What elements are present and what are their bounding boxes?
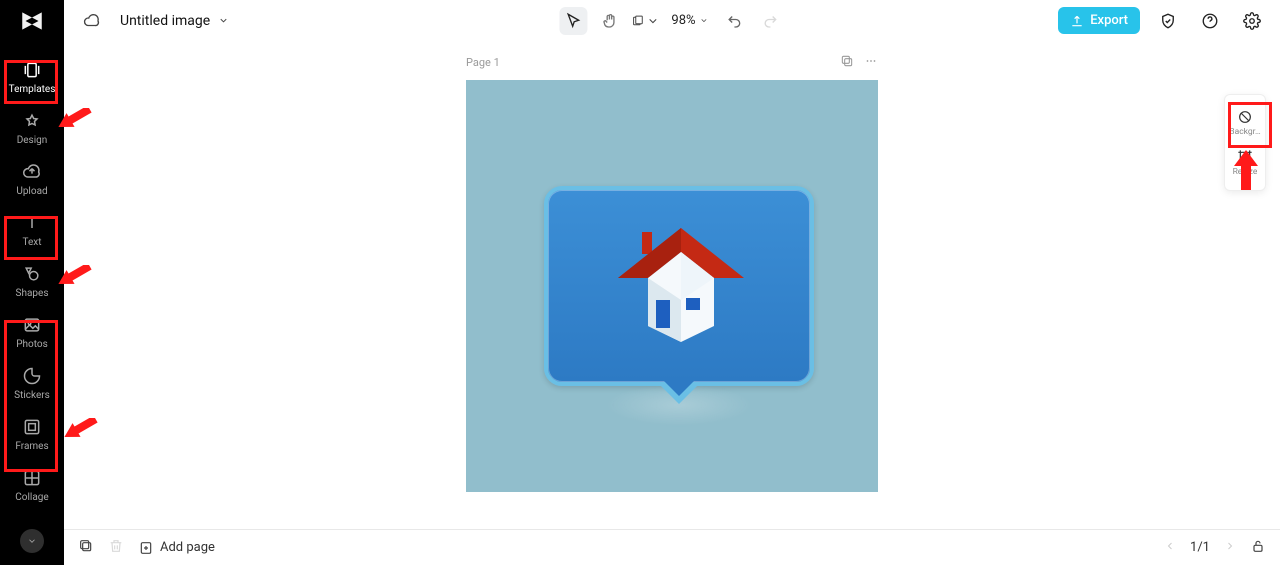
sidebar-item-label: Photos (16, 339, 48, 350)
page-indicator: 1/1 (1190, 540, 1210, 555)
prev-page-icon (1164, 540, 1176, 556)
bubble-tail (657, 382, 701, 404)
chevron-down-icon (218, 15, 229, 26)
sidebar-item-label: Upload (16, 186, 47, 197)
sidebar-item-stickers[interactable]: Stickers (4, 358, 60, 409)
rightpanel-item-label: Resize (1233, 168, 1258, 177)
add-page-button[interactable]: Add page (138, 540, 215, 556)
page-more-icon[interactable] (864, 54, 878, 71)
duplicate-page-icon[interactable] (840, 54, 854, 71)
document-title-text: Untitled image (120, 13, 210, 29)
pages-panel-icon[interactable] (78, 538, 94, 558)
rightpanel-item-label: Backgr… (1229, 128, 1260, 137)
resize-icon (1237, 149, 1253, 165)
chevron-down-icon (27, 536, 37, 546)
delete-page-icon (108, 538, 124, 558)
chevron-down-icon (646, 12, 659, 30)
sidebar-item-frames[interactable]: Frames (4, 409, 60, 460)
zoom-indicator[interactable]: 98% (667, 13, 712, 28)
text-icon (22, 213, 42, 233)
design-icon (22, 111, 42, 131)
sidebar-item-label: Frames (15, 441, 48, 452)
add-page-label: Add page (160, 540, 215, 555)
capcut-logo-icon (19, 8, 45, 34)
export-label: Export (1090, 13, 1128, 28)
chevron-down-icon (700, 16, 709, 25)
undo-icon[interactable] (721, 7, 749, 35)
background-icon (1237, 109, 1253, 125)
topbar: Untitled image 98% Export (64, 0, 1280, 42)
canvas[interactable] (466, 80, 878, 492)
app-logo[interactable] (0, 0, 64, 42)
upload-icon (1070, 14, 1084, 28)
page-label: Page 1 (466, 56, 500, 69)
sidebar-item-upload[interactable]: Upload (4, 154, 60, 205)
hand-tool-icon[interactable] (595, 7, 623, 35)
bottom-bar: Add page 1/1 (64, 529, 1280, 565)
select-tool-icon[interactable] (559, 7, 587, 35)
rightpanel-item-resize[interactable]: Resize (1225, 143, 1265, 183)
canvas-stage[interactable]: Page 1 (64, 42, 1280, 529)
help-icon[interactable] (1196, 7, 1224, 35)
artboard-icon[interactable] (631, 7, 659, 35)
add-page-icon (138, 540, 154, 556)
page-header: Page 1 (466, 54, 878, 71)
templates-icon (22, 60, 42, 80)
sidebar-item-shapes[interactable]: Shapes (4, 256, 60, 307)
zoom-value: 98% (671, 13, 695, 28)
account-avatar[interactable] (20, 529, 44, 553)
document-title[interactable]: Untitled image (120, 13, 229, 29)
collage-icon (22, 468, 42, 488)
shield-icon[interactable] (1154, 7, 1182, 35)
house-icon (606, 208, 756, 358)
sidebar-item-label: Templates (9, 84, 56, 95)
sidebar-item-label: Shapes (16, 288, 49, 299)
export-button[interactable]: Export (1058, 7, 1140, 34)
sidebar-item-text[interactable]: Text (4, 205, 60, 256)
sidebar-item-label: Text (22, 237, 41, 248)
lock-icon[interactable] (1250, 538, 1266, 558)
rightpanel-item-background[interactable]: Backgr… (1225, 103, 1265, 143)
frames-icon (22, 417, 42, 437)
upload-icon (22, 162, 42, 182)
settings-icon[interactable] (1238, 7, 1266, 35)
photos-icon (22, 315, 42, 335)
sidebar-item-templates[interactable]: Templates (4, 52, 60, 103)
redo-icon (757, 7, 785, 35)
left-sidebar: Templates Design Upload Text Shapes Phot… (0, 42, 64, 565)
sidebar-item-design[interactable]: Design (4, 103, 60, 154)
speech-bubble-graphic[interactable] (544, 186, 814, 386)
shapes-icon (22, 264, 42, 284)
next-page-icon (1224, 540, 1236, 556)
sidebar-item-label: Collage (15, 492, 48, 503)
sidebar-item-label: Stickers (14, 390, 50, 401)
right-panel: Backgr… Resize (1224, 94, 1266, 191)
cloud-icon[interactable] (78, 7, 106, 35)
sidebar-item-collage[interactable]: Collage (4, 460, 60, 511)
stickers-icon (22, 366, 42, 386)
sidebar-item-photos[interactable]: Photos (4, 307, 60, 358)
sidebar-item-label: Design (17, 135, 48, 146)
